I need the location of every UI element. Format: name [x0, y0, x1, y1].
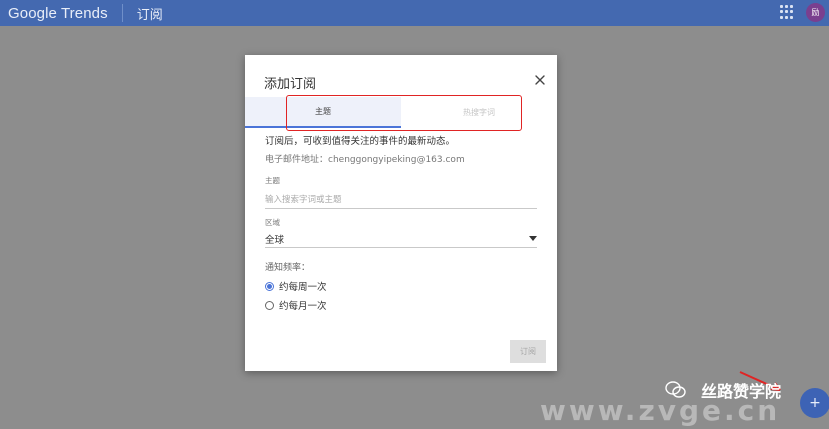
- subscribe-button[interactable]: 订阅: [510, 340, 546, 363]
- radio-label-weekly: 约每周一次: [279, 282, 327, 293]
- appbar-divider: [121, 4, 123, 22]
- email-address: 电子邮件地址：chenggongyipeking@163.com: [265, 155, 465, 165]
- radio-weekly[interactable]: [265, 281, 274, 291]
- close-icon: [535, 75, 545, 85]
- frequency-label: 通知频率：: [265, 263, 311, 273]
- close-button[interactable]: [532, 72, 548, 88]
- dropdown-arrow-icon: [529, 236, 537, 241]
- topic-search-input[interactable]: [265, 192, 537, 209]
- region-select[interactable]: 全球: [265, 230, 537, 248]
- avatar[interactable]: 励: [806, 3, 825, 22]
- add-fab-button[interactable]: +: [800, 388, 829, 418]
- top-app-bar: Google Trends 订阅 励: [0, 0, 829, 26]
- frequency-option-weekly[interactable]: 约每周一次: [265, 279, 327, 293]
- avatar-initial: 励: [811, 8, 820, 17]
- watermark-url: www.zvge.cn: [540, 394, 781, 427]
- region-field-label: 区域: [265, 218, 280, 227]
- add-subscription-dialog: 添加订阅 主题 热搜字词 订阅后，可收到值得关注的事件的最新动态。 电子邮件地址…: [245, 55, 557, 371]
- subscription-tabs: 主题 热搜字词: [245, 97, 557, 128]
- radio-monthly[interactable]: [265, 300, 274, 310]
- dialog-title: 添加订阅: [264, 77, 317, 92]
- tab-search-term[interactable]: 热搜字词: [401, 97, 557, 128]
- topic-field-label: 主题: [265, 176, 280, 185]
- tab-topic[interactable]: 主题: [245, 97, 401, 128]
- plus-icon: +: [809, 395, 821, 411]
- region-selected-value: 全球: [265, 234, 285, 246]
- page-title: 订阅: [136, 7, 163, 23]
- frequency-option-monthly[interactable]: 约每月一次: [265, 298, 327, 312]
- apps-grid-icon[interactable]: [780, 5, 794, 19]
- subscription-description: 订阅后，可收到值得关注的事件的最新动态。: [265, 136, 456, 147]
- radio-label-monthly: 约每月一次: [279, 301, 327, 312]
- google-trends-logo[interactable]: Google Trends: [8, 5, 108, 22]
